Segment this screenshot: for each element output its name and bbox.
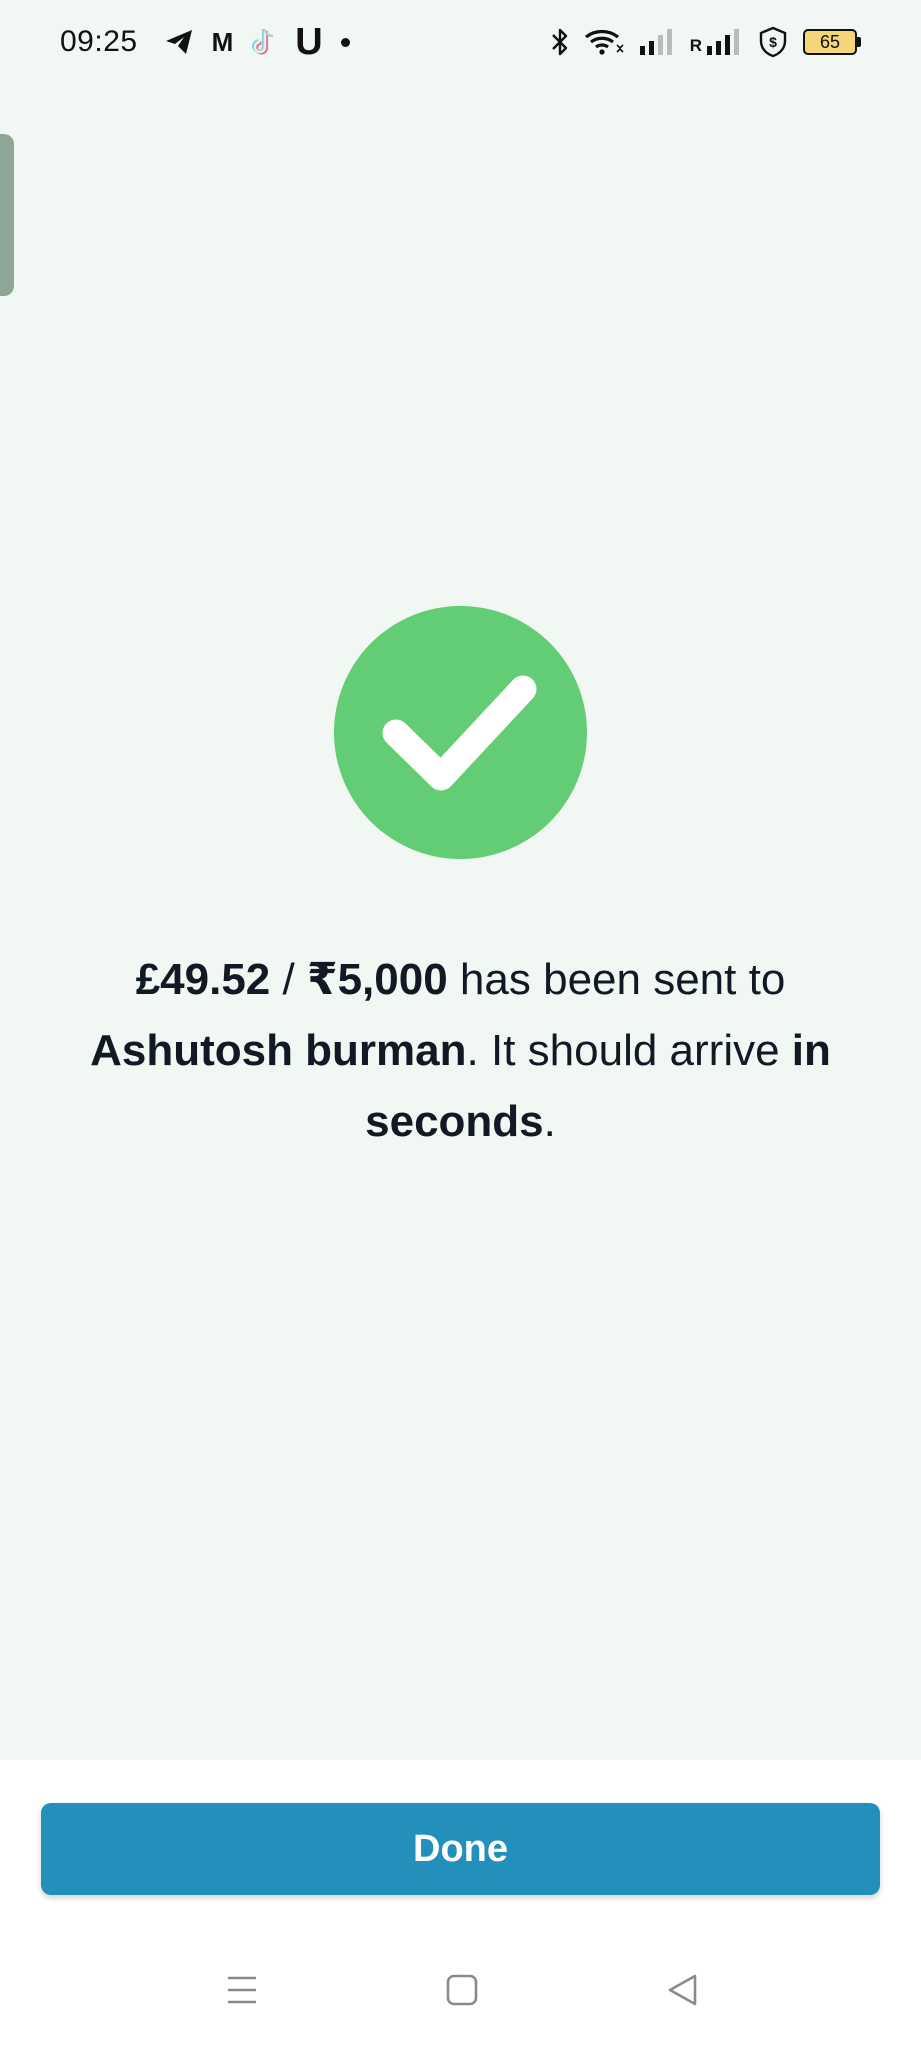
should-arrive-text: . It should arrive <box>466 1026 792 1075</box>
bottom-panel: Done <box>0 1760 921 2048</box>
battery-icon: 65 <box>803 29 861 55</box>
amount-inr: ₹5,000 <box>306 955 448 1004</box>
gmail-icon: M <box>211 26 234 57</box>
svg-text:$: $ <box>769 34 777 50</box>
sent-to-text: has been sent to <box>447 955 786 1004</box>
confirmation-message: £49.52 / ₹5,000 has been sent to Ashutos… <box>60 944 861 1157</box>
amount-gbp: £49.52 <box>135 955 271 1004</box>
battery-level: 65 <box>819 31 841 52</box>
security-shield-icon: $ <box>757 26 789 58</box>
recent-apps-icon[interactable] <box>212 1960 272 2020</box>
done-button[interactable]: Done <box>41 1803 880 1895</box>
system-nav-bar <box>0 1960 921 2048</box>
signal-icon <box>638 28 676 56</box>
roaming-label: R <box>689 36 702 55</box>
bluetooth-icon <box>550 27 570 57</box>
uber-icon: U <box>295 20 323 63</box>
notification-dot-icon <box>340 37 350 47</box>
home-icon[interactable] <box>432 1960 492 2020</box>
back-icon[interactable] <box>652 1960 712 2020</box>
recipient-name: Ashutosh burman <box>90 1026 467 1075</box>
telegram-icon <box>164 28 194 56</box>
side-panel-handle[interactable] <box>0 134 14 296</box>
amount-separator: / <box>270 955 307 1004</box>
message-end: . <box>543 1097 556 1146</box>
tiktok-icon <box>251 27 277 57</box>
wifi-icon <box>584 27 624 57</box>
status-bar-right: R $ 65 <box>550 26 861 58</box>
signal-roaming-icon: R <box>690 28 743 56</box>
status-bar: 09:25 M U R $ 65 <box>0 0 921 84</box>
status-time: 09:25 <box>60 25 138 58</box>
status-bar-left: 09:25 M U <box>60 21 368 64</box>
check-circle-icon <box>334 606 587 859</box>
